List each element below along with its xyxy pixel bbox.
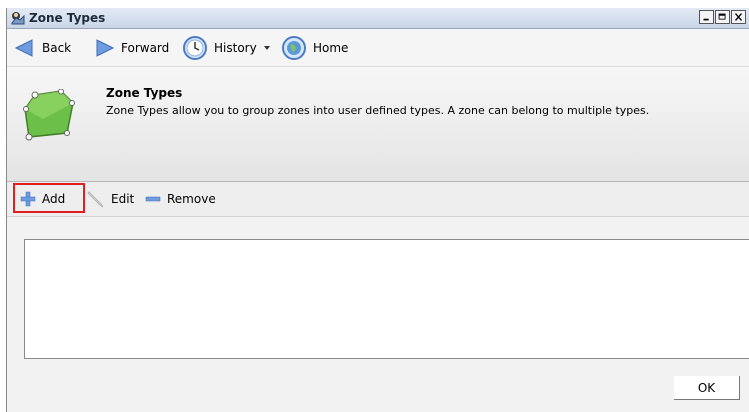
minus-icon bbox=[145, 196, 161, 202]
zone-polygon-icon bbox=[23, 88, 75, 152]
page-header: Zone Types Zone Types allow you to group… bbox=[7, 67, 749, 182]
page-title: Zone Types bbox=[106, 86, 183, 100]
ok-label: OK bbox=[697, 380, 716, 395]
edit-label: Edit bbox=[111, 192, 135, 206]
window-title: Zone Types bbox=[29, 11, 106, 25]
minimize-icon bbox=[703, 18, 709, 21]
zone-types-list[interactable] bbox=[24, 239, 749, 359]
add-button[interactable]: Add bbox=[20, 182, 65, 216]
back-label: Back bbox=[42, 40, 72, 55]
history-button[interactable]: History bbox=[182, 29, 272, 66]
globe-icon bbox=[282, 35, 306, 60]
close-button[interactable] bbox=[731, 10, 746, 24]
remove-label: Remove bbox=[167, 192, 216, 206]
plus-icon bbox=[20, 191, 36, 207]
minimize-button[interactable] bbox=[699, 10, 714, 24]
forward-button[interactable]: Forward bbox=[93, 29, 169, 66]
clock-icon bbox=[183, 35, 207, 60]
home-button[interactable]: Home bbox=[281, 29, 348, 66]
title-bar[interactable]: Zone Types bbox=[7, 8, 749, 29]
zone-types-icon bbox=[10, 10, 26, 26]
history-label: History bbox=[214, 40, 257, 55]
window-controls bbox=[698, 10, 746, 26]
ok-button[interactable]: OK bbox=[674, 376, 740, 400]
close-icon bbox=[734, 13, 743, 21]
forward-label: Forward bbox=[121, 40, 170, 55]
zone-types-window: Zone Types Back Forward History Home Zon… bbox=[6, 8, 749, 412]
back-button[interactable]: Back bbox=[14, 29, 71, 66]
chevron-down-icon bbox=[263, 45, 270, 50]
pencil-icon bbox=[87, 191, 104, 208]
navigation-bar: Back Forward History Home bbox=[7, 29, 749, 67]
maximize-icon bbox=[718, 13, 726, 20]
remove-button[interactable]: Remove bbox=[145, 182, 216, 216]
toolbar: Add Edit Remove bbox=[7, 182, 749, 217]
page-description: Zone Types allow you to group zones into… bbox=[106, 104, 650, 117]
forward-arrow-icon bbox=[96, 38, 115, 57]
back-arrow-icon bbox=[14, 38, 33, 57]
maximize-button[interactable] bbox=[715, 10, 730, 24]
home-label: Home bbox=[313, 40, 349, 55]
add-label: Add bbox=[42, 192, 66, 206]
edit-button[interactable]: Edit bbox=[87, 182, 134, 216]
